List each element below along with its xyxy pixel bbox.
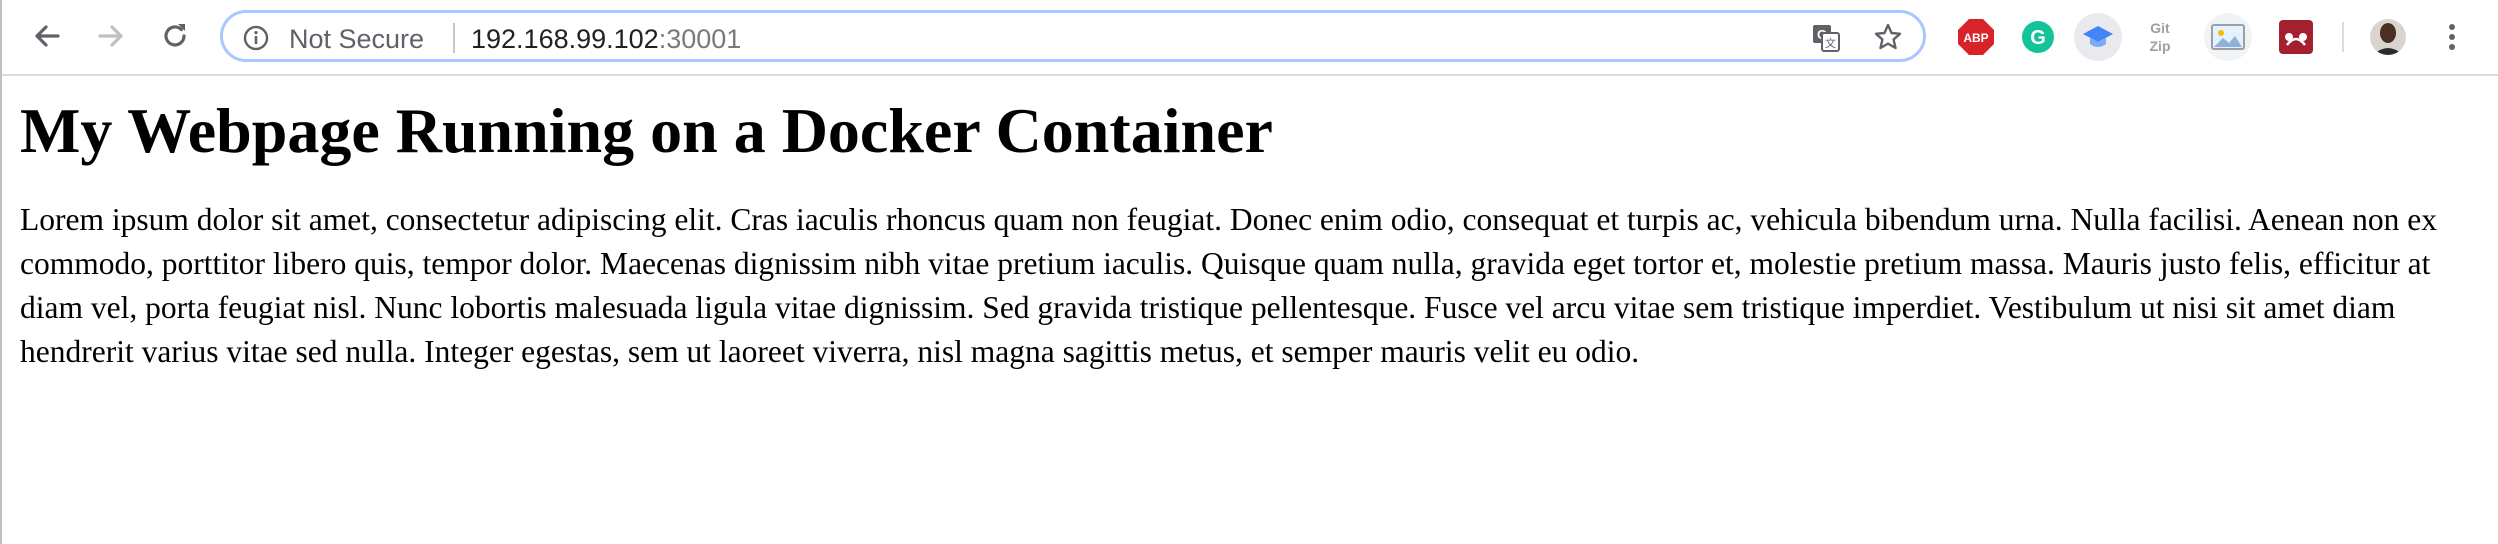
grammarly-icon: G bbox=[2022, 21, 2054, 53]
forward-button[interactable] bbox=[88, 13, 134, 59]
body-paragraph: Lorem ipsum dolor sit amet, consectetur … bbox=[20, 202, 2437, 369]
image-extension[interactable] bbox=[2204, 13, 2252, 61]
gitzip-extension[interactable]: Git Zip bbox=[2140, 17, 2180, 57]
adblock-plus-icon: ABP bbox=[1958, 19, 1994, 55]
star-icon[interactable] bbox=[1873, 22, 1903, 52]
google-translate-icon[interactable]: G 文 bbox=[1811, 23, 1841, 53]
security-label[interactable]: Not Secure bbox=[289, 24, 424, 54]
avatar bbox=[2370, 19, 2406, 55]
vertical-dots-icon bbox=[2449, 24, 2455, 50]
graduation-cap-icon bbox=[2083, 26, 2113, 47]
menu-button[interactable] bbox=[2432, 17, 2472, 57]
omnibox-divider bbox=[453, 23, 455, 53]
scholar-extension[interactable] bbox=[2074, 13, 2122, 61]
picture-icon bbox=[2211, 24, 2245, 50]
gitzip-icon: Git Zip bbox=[2150, 20, 2171, 54]
grammarly-label: G bbox=[2030, 27, 2046, 49]
browser-toolbar: Not Secure 192.168.99.102:30001 G 文 ABP bbox=[2, 0, 2498, 76]
mendeley-extension[interactable] bbox=[2276, 17, 2316, 57]
back-button[interactable] bbox=[24, 13, 70, 59]
reload-icon bbox=[164, 24, 186, 47]
toolbar-divider bbox=[2342, 22, 2344, 52]
mendeley-icon bbox=[2279, 20, 2313, 54]
url-port: :30001 bbox=[658, 24, 742, 54]
svg-text:文: 文 bbox=[1825, 36, 1836, 50]
profile-button[interactable] bbox=[2368, 17, 2408, 57]
adblock-plus-extension[interactable]: ABP bbox=[1956, 17, 1996, 57]
reload-button[interactable] bbox=[152, 13, 198, 59]
page-title: My Webpage Running on a Docker Container bbox=[20, 95, 1273, 166]
info-circle-icon[interactable] bbox=[243, 25, 269, 51]
url-text[interactable]: 192.168.99.102:30001 bbox=[471, 24, 741, 54]
grammarly-extension[interactable]: G bbox=[2018, 17, 2058, 57]
page-content: My Webpage Running on a Docker Container… bbox=[20, 74, 2480, 374]
url-host: 192.168.99.102 bbox=[471, 24, 659, 54]
abp-label: ABP bbox=[1963, 31, 1988, 45]
gitzip-label-bottom: Zip bbox=[2150, 38, 2171, 54]
gitzip-label-top: Git bbox=[2150, 20, 2170, 36]
browser-window: Not Secure 192.168.99.102:30001 G 文 ABP bbox=[0, 0, 2498, 544]
address-bar[interactable]: Not Secure 192.168.99.102:30001 G 文 bbox=[220, 10, 1926, 62]
arrow-left-icon bbox=[35, 25, 60, 47]
arrow-right-icon bbox=[98, 25, 123, 47]
